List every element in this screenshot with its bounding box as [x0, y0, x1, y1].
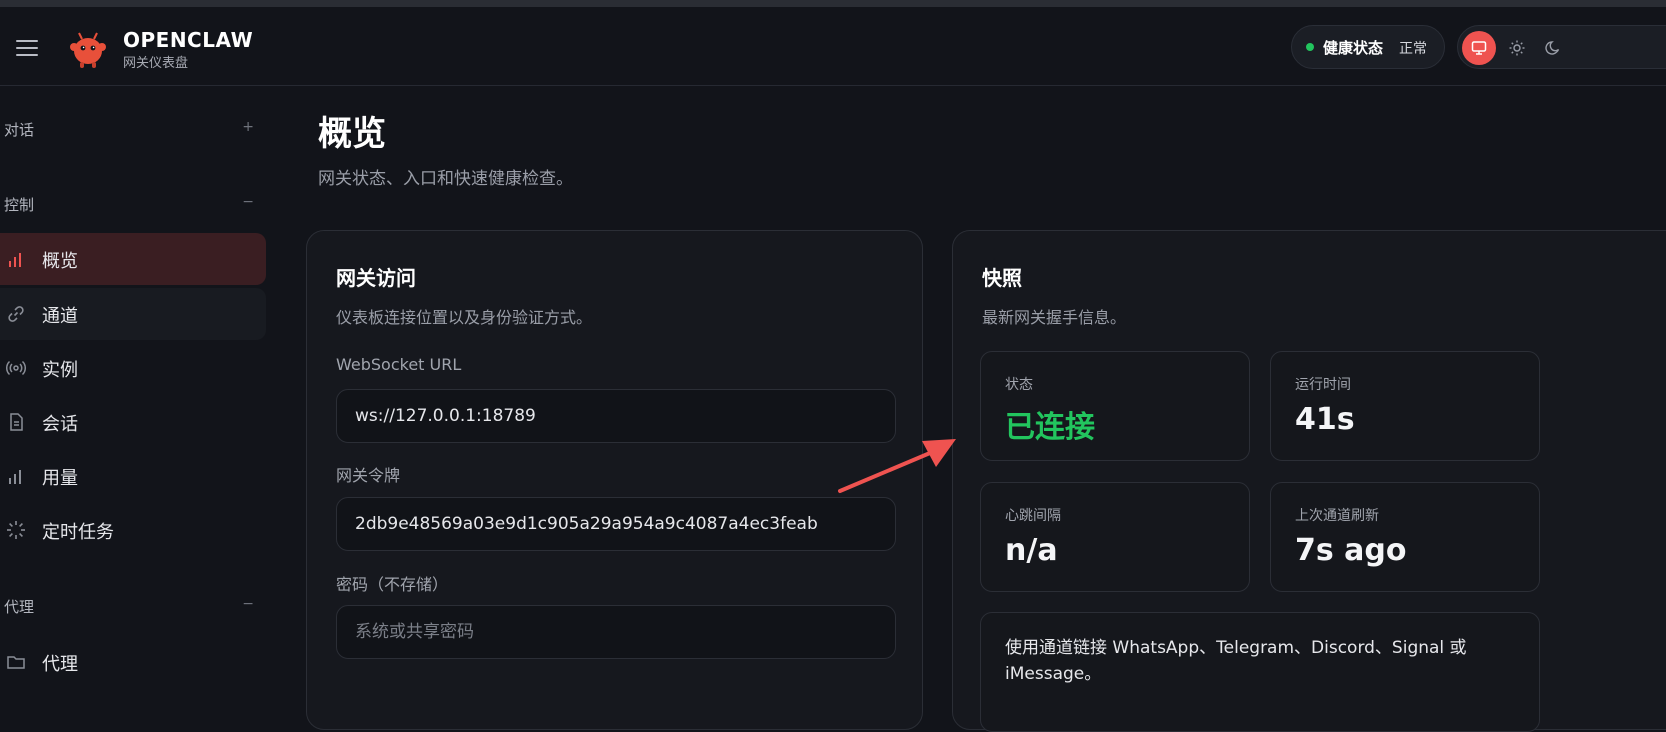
sidebar-item-overview[interactable]: 概览	[0, 233, 266, 285]
websocket-url-label: WebSocket URL	[336, 355, 462, 374]
page-subtitle: 网关状态、入口和快速健康检查。	[318, 169, 573, 189]
card-subtitle: 仪表板连接位置以及身份验证方式。	[336, 308, 593, 327]
stat-heartbeat: 心跳间隔 n/a	[980, 482, 1250, 592]
card-title: 网关访问	[336, 266, 416, 290]
brand-subtitle: 网关仪表盘	[123, 56, 189, 71]
stat-label: 上次通道刷新	[1295, 508, 1379, 524]
window-top-border	[0, 0, 1666, 7]
sidebar-section-agents[interactable]: 代理 −	[4, 596, 254, 617]
password-input[interactable]	[336, 605, 896, 659]
stat-value: 7s ago	[1295, 533, 1407, 568]
sidebar-item-label: 概览	[42, 251, 78, 272]
expand-icon: +	[242, 119, 254, 135]
sun-icon	[1509, 40, 1525, 56]
sidebar-item-label: 实例	[42, 360, 78, 381]
sidebar-item-channels[interactable]: 通道	[0, 288, 266, 340]
top-header: OPENCLAW 网关仪表盘 健康状态 正常	[0, 7, 1666, 86]
health-value: 正常	[1399, 41, 1427, 57]
sidebar-section-control[interactable]: 控制 −	[4, 194, 254, 215]
bar-chart-icon	[9, 253, 21, 267]
sidebar-item-instances[interactable]: 实例	[0, 342, 266, 394]
stat-value: 41s	[1295, 402, 1355, 437]
sidebar-item-agents[interactable]: 代理	[0, 636, 266, 688]
section-title: 对话	[4, 121, 35, 139]
link-icon	[8, 306, 24, 322]
card-title: 快照	[982, 266, 1022, 290]
note-text: 使用通道链接 WhatsApp、Telegram、Discord、Signal …	[1005, 638, 1467, 684]
sidebar-item-label: 代理	[42, 654, 78, 675]
sidebar-item-label: 用量	[42, 468, 78, 489]
section-title: 控制	[4, 196, 35, 214]
channel-hint-note: 使用通道链接 WhatsApp、Telegram、Discord、Signal …	[980, 612, 1540, 732]
stat-uptime: 运行时间 41s	[1270, 351, 1540, 461]
collapse-icon: −	[242, 596, 254, 612]
gateway-token-label: 网关令牌	[336, 466, 401, 485]
menu-icon[interactable]	[16, 40, 38, 56]
bar-chart-icon	[9, 470, 21, 484]
document-icon	[10, 413, 23, 431]
brand-title: OPENCLAW	[123, 28, 254, 52]
stat-label: 运行时间	[1295, 377, 1351, 393]
sidebar-item-usage[interactable]: 用量	[0, 450, 266, 502]
stat-label: 状态	[1005, 377, 1033, 393]
stat-label: 心跳间隔	[1005, 508, 1061, 524]
sidebar-item-label: 定时任务	[42, 522, 114, 543]
health-label: 健康状态	[1323, 39, 1384, 57]
broadcast-icon	[6, 360, 26, 376]
openclaw-logo-icon	[70, 32, 106, 68]
theme-light-button[interactable]	[1500, 31, 1534, 65]
password-label: 密码（不存储）	[336, 575, 449, 594]
page-title: 概览	[318, 114, 386, 154]
health-status-badge[interactable]: 健康状态 正常	[1291, 25, 1445, 69]
stat-status: 状态 已连接	[980, 351, 1250, 461]
sidebar-item-sessions[interactable]: 会话	[0, 396, 266, 448]
monitor-icon	[1471, 41, 1487, 55]
stat-value: n/a	[1005, 533, 1058, 568]
moon-icon	[1545, 41, 1560, 55]
section-title: 代理	[4, 598, 35, 616]
gateway-token-input[interactable]	[336, 497, 896, 551]
stat-value: 已连接	[1005, 410, 1095, 445]
websocket-url-input[interactable]	[336, 389, 896, 443]
collapse-icon: −	[242, 194, 254, 210]
status-dot-icon	[1306, 43, 1314, 51]
folder-icon	[7, 656, 25, 669]
sidebar-item-label: 会话	[42, 414, 78, 435]
theme-dark-button[interactable]	[1536, 31, 1570, 65]
loader-icon	[7, 521, 25, 539]
sidebar: 对话 + 控制 − 概览 通道 实例 会话 用量 定时任务 代理 − 代理	[0, 86, 280, 711]
card-subtitle: 最新网关握手信息。	[982, 308, 1127, 327]
stat-last-refresh: 上次通道刷新 7s ago	[1270, 482, 1540, 592]
annotation-arrow-icon	[838, 439, 956, 493]
sidebar-item-cron[interactable]: 定时任务	[0, 504, 266, 556]
theme-system-button[interactable]	[1462, 31, 1496, 65]
sidebar-item-label: 通道	[42, 306, 78, 327]
sidebar-section-chat[interactable]: 对话 +	[4, 119, 254, 140]
theme-switcher	[1457, 25, 1666, 69]
